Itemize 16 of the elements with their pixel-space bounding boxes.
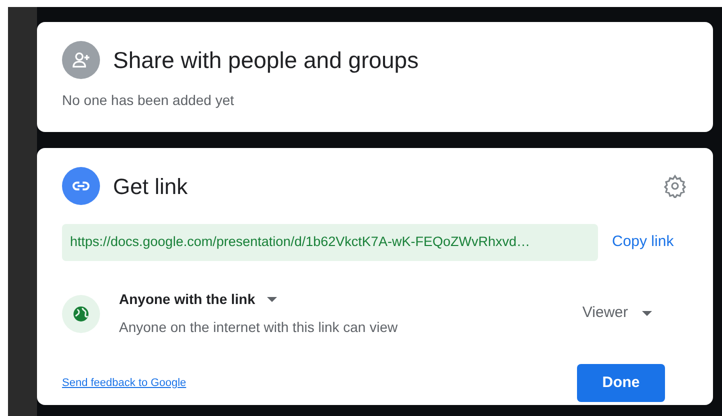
- role-dropdown[interactable]: Viewer: [582, 302, 652, 325]
- link-icon: [62, 167, 100, 205]
- add-person-icon: [62, 41, 100, 79]
- access-scope-dropdown[interactable]: Anyone with the link: [119, 289, 278, 310]
- share-title: Share with people and groups: [113, 46, 419, 75]
- share-status: No one has been added yet: [62, 91, 236, 110]
- globe-icon: [62, 294, 100, 332]
- link-field[interactable]: https://docs.google.com/presentation/d/1b62VkctK7A-wK-FEQoZWvRhxvd…: [62, 224, 598, 261]
- done-button[interactable]: Done: [577, 364, 665, 402]
- feedback-link[interactable]: Send feedback to Google: [62, 374, 186, 392]
- access-description: Anyone on the internet with this link can view: [119, 318, 399, 337]
- settings-icon[interactable]: [663, 174, 687, 198]
- caret-icon: [267, 297, 278, 302]
- caret-icon: [642, 311, 652, 316]
- copy-link-button[interactable]: Copy link: [612, 231, 674, 254]
- link-title: Get link: [113, 172, 189, 200]
